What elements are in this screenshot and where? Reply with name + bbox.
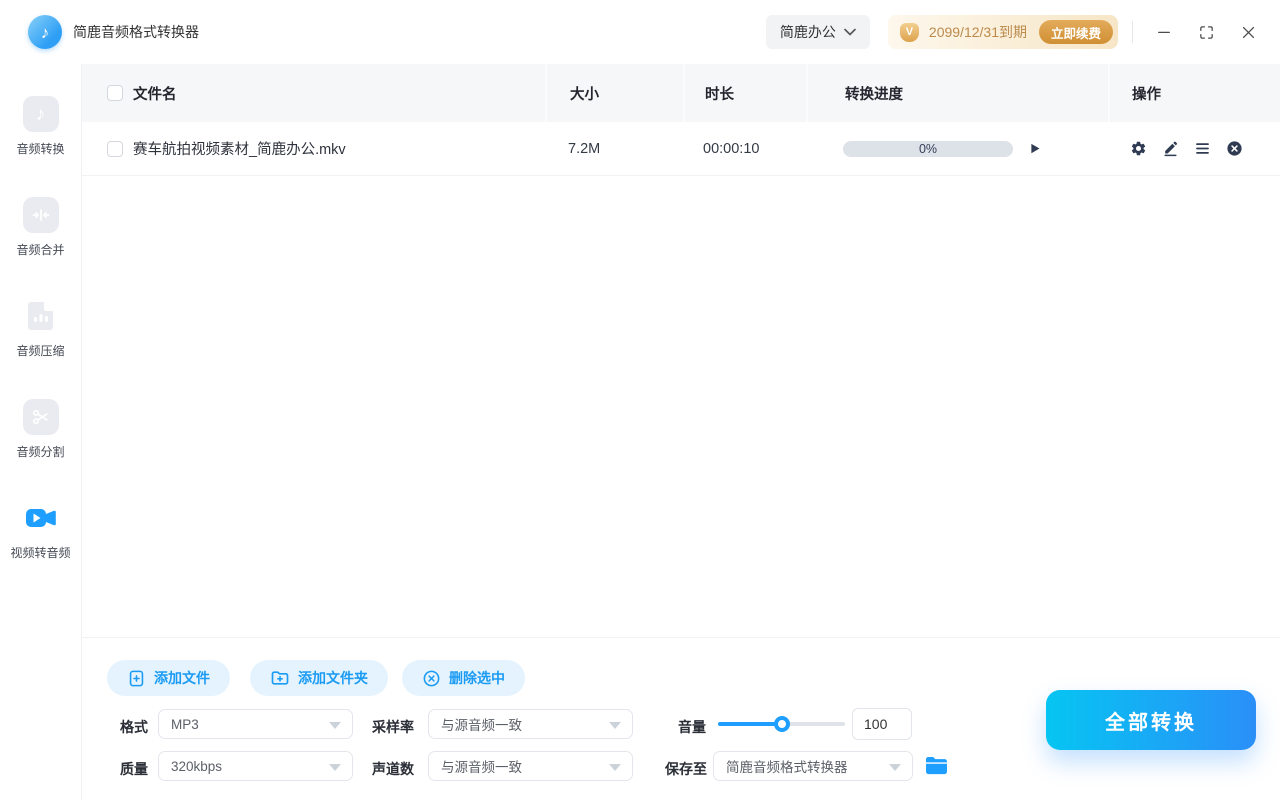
browse-folder-button[interactable]	[925, 755, 949, 777]
circle-x-icon	[423, 670, 440, 686]
convert-all-button[interactable]: 全部转换	[1046, 690, 1256, 750]
dropdown-arrow-icon	[329, 764, 341, 771]
chevron-down-icon	[844, 28, 856, 36]
volume-slider-thumb[interactable]	[773, 716, 790, 732]
format-label: 格式	[120, 719, 148, 735]
progress-bar: 0%	[843, 140, 1013, 157]
volume-label: 音量	[678, 719, 706, 735]
video-camera-icon	[23, 500, 59, 536]
license-expiry-text: 2099/12/31到期	[928, 24, 1027, 40]
header-operations: 操作	[1108, 64, 1280, 122]
file-info-list-icon[interactable]	[1194, 140, 1211, 157]
folder-icon	[926, 756, 947, 775]
quality-select[interactable]: 320kbps	[158, 751, 353, 781]
dropdown-arrow-icon	[609, 764, 621, 771]
save-path-select[interactable]: 简鹿音频格式转换器	[713, 751, 913, 781]
dropdown-arrow-icon	[609, 722, 621, 729]
row-duration: 00:00:10	[703, 140, 760, 157]
table-row: 赛车航拍视频素材_简鹿办公.mkv 7.2M 00:00:10 0%	[82, 122, 1280, 176]
add-file-button[interactable]: 添加文件	[107, 660, 230, 696]
header-size: 大小	[545, 64, 683, 122]
title-bar: ♪ 简鹿音频格式转换器 简鹿办公 V 2099/12/31到期 立即续费	[0, 0, 1280, 64]
dropdown-arrow-icon	[889, 764, 901, 771]
account-dropdown[interactable]: 简鹿办公	[765, 15, 870, 49]
app-title: 简鹿音频格式转换器	[73, 24, 199, 40]
sidebar-item-video-to-audio[interactable]: 视频转音频	[0, 500, 82, 561]
compress-file-icon	[23, 298, 59, 334]
merge-arrows-icon	[22, 197, 59, 233]
vip-badge-icon: V	[899, 22, 919, 42]
progress-percent-label: 0%	[918, 141, 938, 156]
select-all-checkbox[interactable]	[107, 85, 123, 101]
rename-pencil-icon[interactable]	[1162, 140, 1179, 157]
row-size: 7.2M	[568, 140, 601, 157]
footer-divider	[82, 637, 1280, 638]
license-banner: V 2099/12/31到期 立即续费	[887, 15, 1118, 49]
folder-plus-icon	[271, 671, 289, 685]
volume-slider-fill	[718, 722, 782, 726]
play-icon[interactable]	[1027, 141, 1042, 156]
channels-label: 声道数	[372, 761, 414, 777]
header-progress: 转换进度	[806, 64, 1108, 122]
sidebar-item-audio-convert[interactable]: ♪ 音频转换	[0, 96, 82, 157]
dropdown-arrow-icon	[329, 722, 341, 729]
volume-value-input[interactable]	[852, 708, 912, 740]
minimize-button[interactable]	[1154, 22, 1174, 42]
app-logo-icon: ♪	[28, 15, 62, 49]
sample-rate-label: 采样率	[372, 719, 414, 735]
delete-selected-button[interactable]: 删除选中	[402, 660, 525, 696]
table-header: 文件名 大小 时长 转换进度 操作	[82, 64, 1280, 122]
music-note-icon: ♪	[22, 96, 59, 132]
sidebar-item-audio-compress[interactable]: 音频压缩	[0, 298, 82, 359]
quality-label: 质量	[120, 761, 148, 777]
row-filename: 赛车航拍视频素材_简鹿办公.mkv	[133, 142, 346, 158]
row-checkbox[interactable]	[107, 140, 123, 157]
account-dropdown-label: 简鹿办公	[779, 24, 836, 40]
scissors-icon	[22, 399, 59, 435]
sample-rate-select[interactable]: 与源音频一致	[428, 709, 633, 739]
format-select[interactable]: MP3	[158, 709, 353, 739]
settings-gear-icon[interactable]	[1130, 140, 1147, 157]
channels-select[interactable]: 与源音频一致	[428, 751, 633, 781]
maximize-button[interactable]	[1196, 22, 1216, 42]
add-folder-button[interactable]: 添加文件夹	[250, 660, 388, 696]
sidebar: ♪ 音频转换 音频合并 音频压缩 音频分割 视频转音频	[0, 64, 82, 800]
renew-button[interactable]: 立即续费	[1038, 20, 1113, 44]
save-to-label: 保存至	[665, 761, 707, 777]
header-filename: 文件名	[133, 86, 177, 103]
header-duration: 时长	[683, 64, 806, 122]
window-controls-divider	[1132, 21, 1133, 43]
close-button[interactable]	[1238, 22, 1258, 42]
volume-slider[interactable]	[718, 716, 845, 732]
sidebar-item-audio-split[interactable]: 音频分割	[0, 399, 82, 460]
sidebar-item-audio-merge[interactable]: 音频合并	[0, 197, 82, 258]
file-plus-icon	[129, 670, 144, 686]
remove-circle-icon[interactable]	[1226, 140, 1243, 157]
